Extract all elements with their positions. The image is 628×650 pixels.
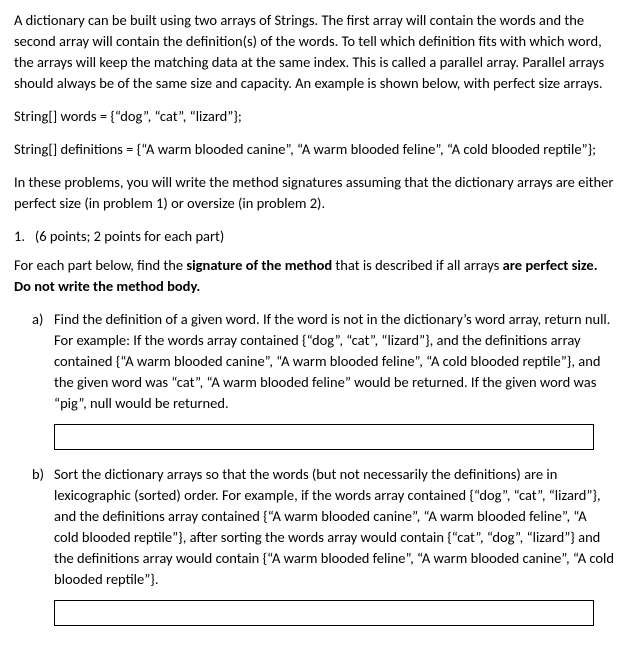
question-1-instruction: For each part below, find the signature …: [14, 255, 614, 297]
instruction-text-mid: that is described if all arrays: [332, 256, 502, 274]
sub-question-a: a) Find the definition of a given word. …: [14, 309, 614, 414]
sub-marker-b: b): [32, 464, 44, 485]
question-points: (6 points; 2 points for each part): [35, 227, 224, 245]
answer-input-b[interactable]: [54, 600, 594, 626]
sub-marker-a: a): [32, 309, 43, 330]
code-example-words: String[] words = {“dog”, “cat”, “lizard”…: [14, 106, 614, 127]
intro-paragraph-1: A dictionary can be built using two arra…: [14, 10, 614, 94]
intro-paragraph-2: In these problems, you will write the me…: [14, 172, 614, 214]
code-example-definitions: String[] definitions = {“A warm blooded …: [14, 139, 614, 160]
sub-question-b: b) Sort the dictionary arrays so that th…: [14, 464, 614, 590]
instruction-bold-1: signature of the method: [186, 256, 332, 274]
instruction-text-pre: For each part below, find the: [14, 256, 186, 274]
question-number: 1.: [14, 227, 25, 245]
answer-input-a[interactable]: [54, 424, 594, 450]
sub-text-a: Find the definition of a given word. If …: [54, 310, 610, 412]
question-1-header: 1. (6 points; 2 points for each part): [14, 226, 614, 247]
sub-text-b: Sort the dictionary arrays so that the w…: [54, 465, 614, 588]
